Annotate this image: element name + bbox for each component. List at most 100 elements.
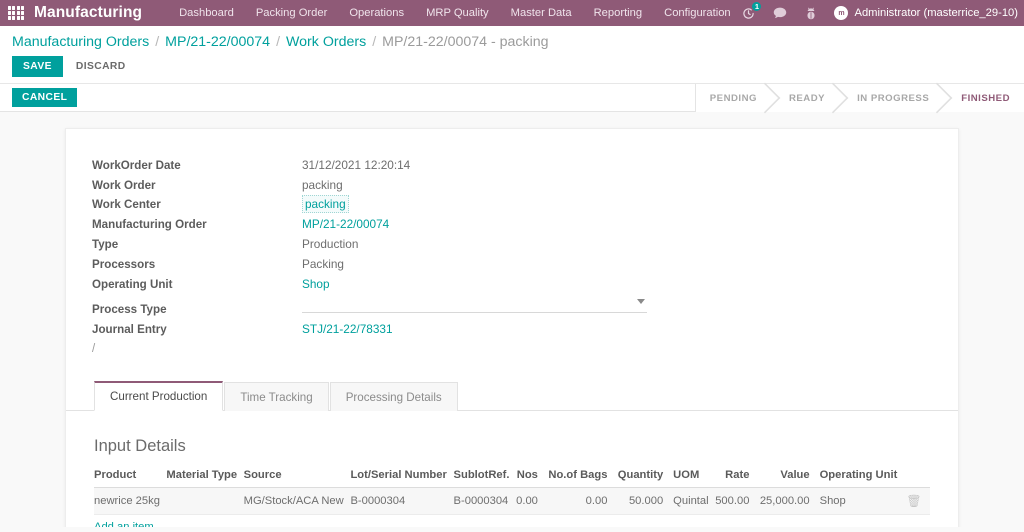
- breadcrumb-item-mo[interactable]: MP/21-22/00074: [165, 34, 270, 50]
- field-label-work-center: Work Center: [92, 198, 161, 211]
- add-item-cell: Add an item: [94, 514, 930, 527]
- breadcrumb-item-work-orders[interactable]: Work Orders: [286, 34, 366, 50]
- user-name-label: Administrator (masterrice_29-10): [854, 7, 1018, 19]
- input-details-title: Input Details: [94, 437, 186, 455]
- menu-item-operations[interactable]: Operations: [338, 2, 415, 24]
- field-label-type: Type: [92, 238, 119, 251]
- field-row-operating-unit: Operating Unit Shop: [92, 274, 958, 294]
- breadcrumb-item-manufacturing-orders[interactable]: Manufacturing Orders: [12, 34, 149, 50]
- sheet-container: WorkOrder Date 31/12/2021 12:20:14 Work …: [0, 112, 1024, 527]
- notebook-tabs: Current Production Time Tracking Process…: [66, 381, 958, 411]
- column-header-actions: [904, 465, 930, 488]
- column-header-sublot-ref[interactable]: SublotRef.: [453, 465, 516, 488]
- status-stage-pending[interactable]: PENDING: [695, 84, 771, 112]
- status-stage-finished[interactable]: FINISHED: [943, 84, 1024, 112]
- apps-grid-icon[interactable]: [8, 6, 24, 20]
- column-header-quantity[interactable]: Quantity: [617, 465, 674, 488]
- bug-debug-icon[interactable]: [796, 0, 826, 26]
- cell-material-type[interactable]: [166, 487, 244, 515]
- field-label-processors: Processors: [92, 258, 156, 271]
- status-bar: PENDING READY IN PROGRESS FINISHED: [694, 84, 1024, 112]
- menu-item-configuration[interactable]: Configuration: [653, 2, 742, 24]
- tab-pane-current-production: Input Details Product Material Type Sour…: [66, 411, 958, 527]
- breadcrumb-separator: /: [276, 34, 281, 50]
- table-header: Product Material Type Source Lot/Serial …: [94, 465, 930, 488]
- column-header-no-of-bags[interactable]: No.of Bags: [547, 465, 618, 488]
- status-stage-in-progress[interactable]: IN PROGRESS: [839, 84, 944, 112]
- menu-item-mrp-quality[interactable]: MRP Quality: [415, 2, 500, 24]
- field-label-operating-unit: Operating Unit: [92, 278, 173, 291]
- breadcrumb-separator: /: [372, 34, 377, 50]
- add-an-item-link[interactable]: Add an item: [94, 521, 154, 527]
- cell-product[interactable]: newrice 25kg: [94, 487, 167, 515]
- user-menu[interactable]: m Administrator (masterrice_29-10): [826, 6, 1024, 20]
- column-header-rate[interactable]: Rate: [714, 465, 760, 488]
- column-header-source[interactable]: Source: [243, 465, 351, 488]
- field-row-processors: Processors Packing: [92, 254, 958, 274]
- tab-time-tracking[interactable]: Time Tracking: [224, 382, 329, 411]
- column-header-nos[interactable]: Nos: [515, 465, 548, 488]
- app-brand-title[interactable]: Manufacturing: [34, 4, 142, 22]
- field-value-work-center[interactable]: packing: [302, 195, 349, 213]
- column-header-lot-serial-number[interactable]: Lot/Serial Number: [350, 465, 454, 488]
- breadcrumb-item-current: MP/21-22/00074 - packing: [382, 34, 549, 50]
- discard-button[interactable]: DISCARD: [67, 56, 135, 77]
- table-body: newrice 25kg MG/Stock/ACA New B-0000304 …: [94, 487, 930, 527]
- menu-item-master-data[interactable]: Master Data: [500, 2, 583, 24]
- save-button[interactable]: SAVE: [12, 56, 63, 77]
- trash-icon[interactable]: 🗑: [906, 494, 921, 508]
- field-value-journal-entry[interactable]: STJ/21-22/78331: [302, 319, 958, 339]
- column-header-value[interactable]: Value: [759, 465, 820, 488]
- field-value-manufacturing-order[interactable]: MP/21-22/00074: [302, 214, 958, 234]
- activity-count-badge: 1: [752, 2, 762, 11]
- field-value-workorder-date[interactable]: 31/12/2021 12:20:14: [302, 155, 958, 175]
- cell-rate[interactable]: 500.00: [714, 487, 760, 515]
- column-header-operating-unit[interactable]: Operating Unit: [819, 465, 904, 488]
- cell-uom[interactable]: Quintal: [673, 487, 715, 515]
- field-label-journal-entry: Journal Entry: [92, 323, 167, 336]
- top-navbar: Manufacturing Dashboard Packing Order Op…: [0, 0, 1024, 26]
- cancel-button[interactable]: CANCEL: [12, 88, 78, 107]
- menu-item-dashboard[interactable]: Dashboard: [168, 2, 245, 24]
- field-value-type[interactable]: Production: [302, 234, 958, 254]
- notebook: Current Production Time Tracking Process…: [66, 381, 958, 527]
- menu-item-packing-order[interactable]: Packing Order: [245, 2, 339, 24]
- cell-nos[interactable]: 0.00: [515, 487, 548, 515]
- table-row[interactable]: newrice 25kg MG/Stock/ACA New B-0000304 …: [94, 487, 930, 515]
- cell-lot-serial-number[interactable]: B-0000304: [350, 487, 454, 515]
- field-value-operating-unit[interactable]: Shop: [302, 274, 958, 294]
- field-row-workorder-date: WorkOrder Date 31/12/2021 12:20:14: [92, 155, 958, 175]
- breadcrumb-separator: /: [155, 34, 160, 50]
- clock-activity-icon[interactable]: 1: [733, 0, 764, 26]
- chevron-down-icon[interactable]: [637, 299, 645, 304]
- field-value-process-type[interactable]: [302, 294, 647, 313]
- action-status-bar: CANCEL PENDING READY IN PROGRESS FINISHE…: [0, 84, 1024, 112]
- table-header-row: Product Material Type Source Lot/Serial …: [94, 465, 930, 488]
- cell-no-of-bags[interactable]: 0.00: [547, 487, 618, 515]
- column-header-uom[interactable]: UOM: [673, 465, 715, 488]
- breadcrumb: Manufacturing Orders / MP/21-22/00074 / …: [12, 34, 1012, 50]
- field-label-work-order: Work Order: [92, 179, 156, 192]
- cell-value[interactable]: 25,000.00: [759, 487, 820, 515]
- form-sheet: WorkOrder Date 31/12/2021 12:20:14 Work …: [65, 128, 959, 527]
- control-panel: Manufacturing Orders / MP/21-22/00074 / …: [0, 26, 1024, 103]
- menu-item-reporting[interactable]: Reporting: [583, 2, 654, 24]
- tab-current-production[interactable]: Current Production: [94, 381, 224, 411]
- column-header-product[interactable]: Product: [94, 465, 167, 488]
- field-row-work-center: Work Center packing: [92, 195, 958, 214]
- cell-operating-unit[interactable]: Shop: [819, 487, 904, 515]
- status-stage-ready[interactable]: READY: [770, 84, 840, 112]
- column-header-material-type[interactable]: Material Type: [166, 465, 244, 488]
- field-value-processors[interactable]: Packing: [302, 254, 958, 274]
- cell-quantity[interactable]: 50.000: [617, 487, 674, 515]
- navbar-right-group: 1 m Administrator (masterrice_29-10): [733, 0, 1024, 26]
- cell-delete[interactable]: 🗑: [904, 487, 930, 515]
- input-details-table: Product Material Type Source Lot/Serial …: [94, 465, 930, 527]
- field-row-process-type: Process Type: [92, 294, 958, 319]
- field-value-work-order[interactable]: packing: [302, 175, 958, 195]
- avatar: m: [834, 6, 849, 20]
- cell-sublot-ref[interactable]: B-0000304: [453, 487, 516, 515]
- chat-bubble-icon[interactable]: [764, 0, 796, 26]
- cell-source[interactable]: MG/Stock/ACA New: [243, 487, 351, 515]
- tab-processing-details[interactable]: Processing Details: [329, 382, 458, 411]
